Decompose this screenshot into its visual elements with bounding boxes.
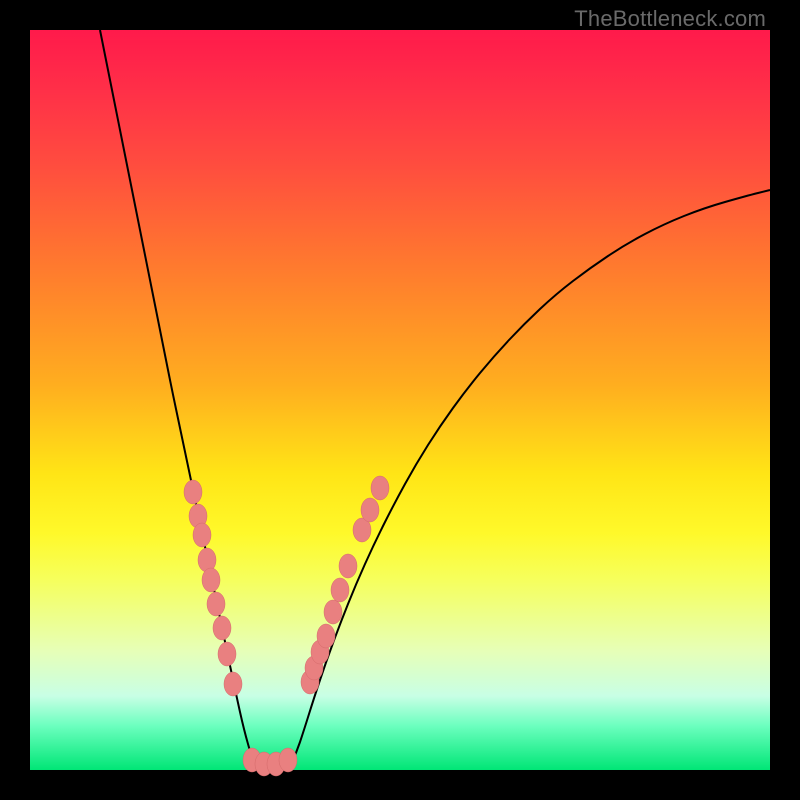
chart-frame: TheBottleneck.com [0,0,800,800]
chart-marker [361,498,379,522]
chart-marker [218,642,236,666]
chart-marker [207,592,225,616]
watermark-text: TheBottleneck.com [574,6,766,32]
chart-marker [331,578,349,602]
chart-svg [30,30,770,770]
markers-right [301,476,389,694]
chart-marker [317,624,335,648]
chart-marker [193,523,211,547]
plot-area [30,30,770,770]
chart-marker [279,748,297,772]
chart-marker [202,568,220,592]
chart-marker [371,476,389,500]
markers-left [184,480,242,696]
chart-marker [184,480,202,504]
chart-marker [224,672,242,696]
chart-marker [213,616,231,640]
chart-marker [324,600,342,624]
curve-right [290,190,770,766]
markers-trough [243,748,297,776]
chart-marker [339,554,357,578]
